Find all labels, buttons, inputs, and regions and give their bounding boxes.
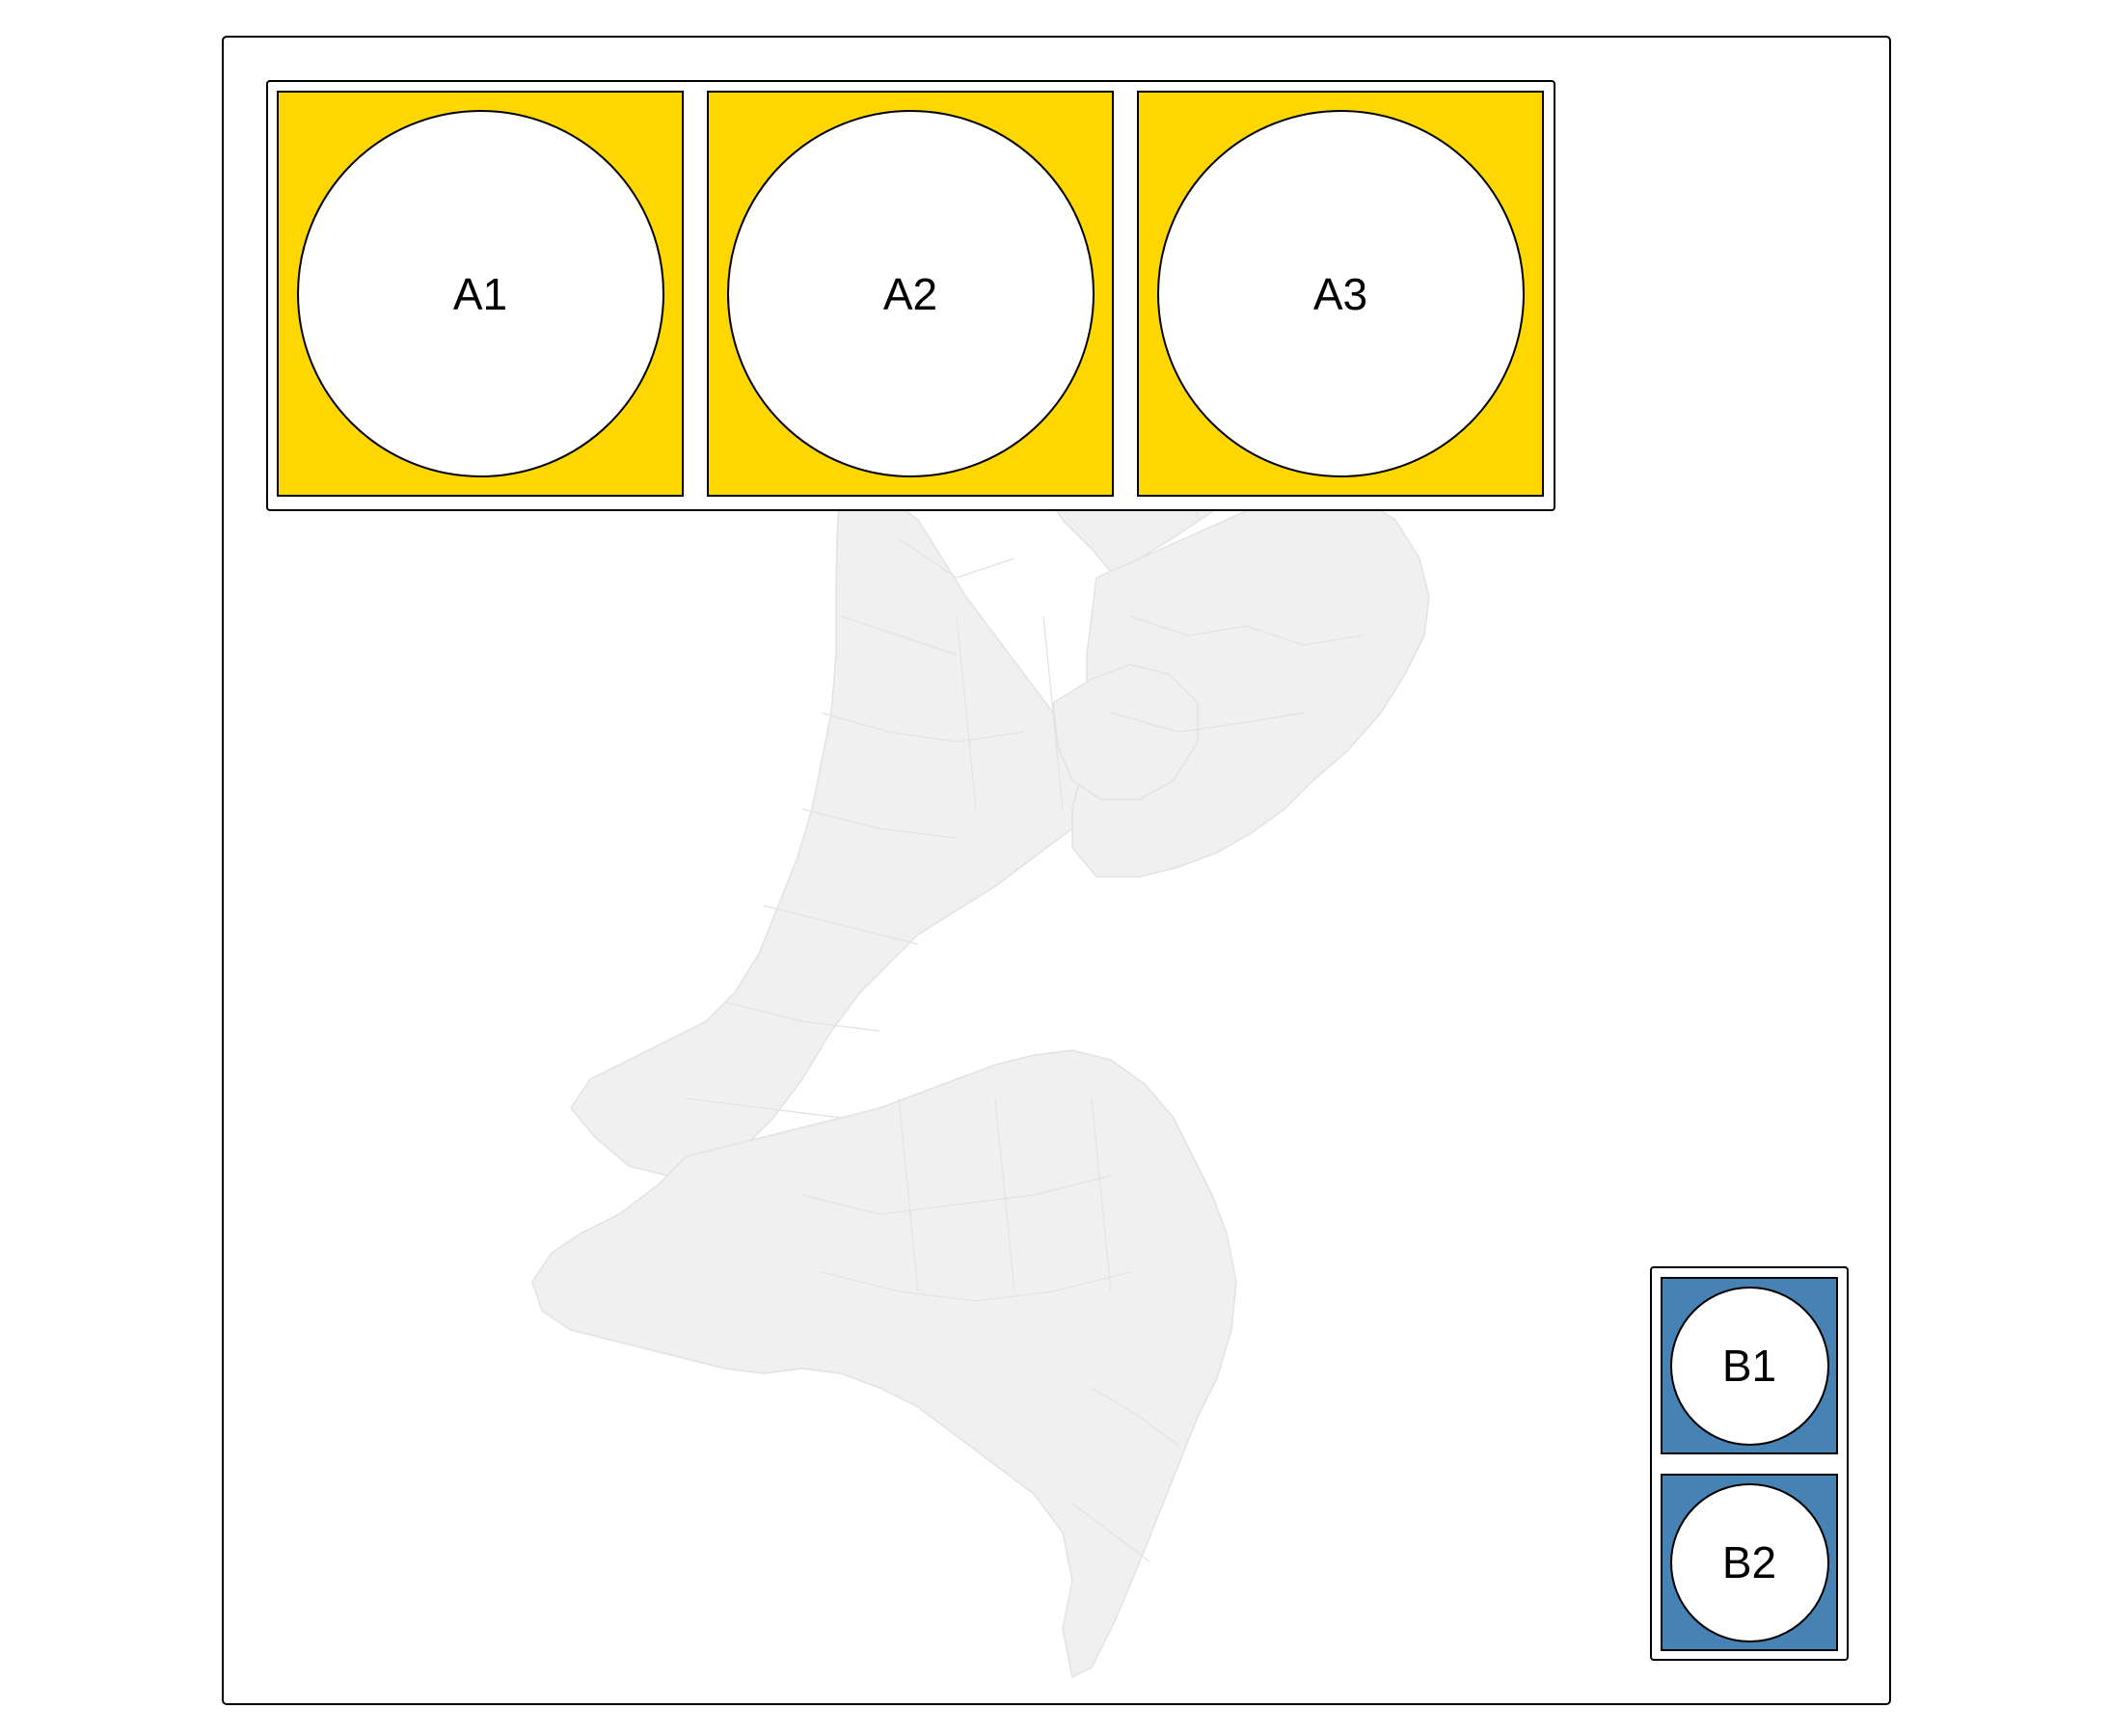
legend-a-cell-1: A1 xyxy=(277,91,684,497)
legend-b: B1 B2 xyxy=(1650,1266,1849,1661)
legend-a-circle-3: A3 xyxy=(1156,110,1525,477)
legend-a-label-2: A2 xyxy=(882,268,938,319)
legend-a-cell-3: A3 xyxy=(1137,91,1544,497)
legend-a-label-1: A1 xyxy=(452,268,508,319)
legend-a-cell-2: A2 xyxy=(707,91,1114,497)
legend-a-circle-1: A1 xyxy=(296,110,664,477)
legend-a-label-3: A3 xyxy=(1312,268,1368,319)
legend-b-label-1: B1 xyxy=(1721,1341,1777,1391)
legend-b-cell-2: B2 xyxy=(1661,1474,1838,1651)
legend-b-circle-2: B2 xyxy=(1669,1482,1829,1642)
legend-b-circle-1: B1 xyxy=(1669,1286,1829,1446)
legend-a-circle-2: A2 xyxy=(726,110,1095,477)
legend-b-label-2: B2 xyxy=(1721,1537,1777,1587)
legend-b-cell-1: B1 xyxy=(1661,1277,1838,1454)
legend-a: A1 A2 A3 xyxy=(266,80,1555,511)
